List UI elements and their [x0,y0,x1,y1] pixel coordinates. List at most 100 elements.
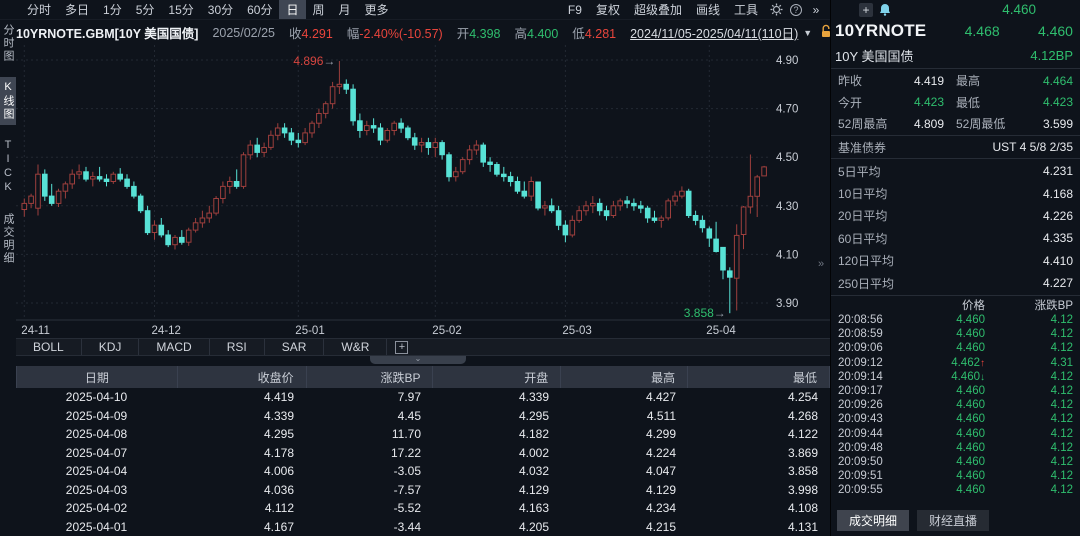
table-row[interactable]: 2025-04-024.112-5.524.1634.2344.108 [16,499,830,518]
average-value: 4.168 [1043,187,1073,201]
tick-time: 20:09:06 [838,342,918,354]
alert-bell-icon[interactable] [879,3,891,19]
toolbar-button-1[interactable]: 复权 [590,0,626,19]
tick-time: 20:09:44 [838,428,918,440]
high-annotation: 4.896→ [293,54,335,68]
panel-tab-1[interactable]: 财经直播 [917,510,989,531]
stat-value: 4.464 [1008,74,1073,88]
panel-collapse-handle[interactable]: ⌄ [370,356,466,364]
candle [22,199,27,217]
svg-text:24-12: 24-12 [152,325,181,337]
table-row[interactable]: 2025-04-014.167-3.444.2054.2154.131 [16,518,830,536]
candle [639,201,644,213]
period-tab-7[interactable]: 日 [279,0,305,19]
stat-label: 昨收 [838,72,900,89]
candle [556,206,561,230]
tick-row[interactable]: 20:09:444.4604.12 [831,427,1080,441]
table-row[interactable]: 2025-04-104.4197.974.3394.4274.254 [16,388,830,407]
indicator-tab-1[interactable]: KDJ [82,339,140,355]
candle [255,138,260,157]
history-cell: 7.97 [306,390,433,404]
tick-bp: 4.31 [985,357,1073,369]
tick-row[interactable]: 20:09:434.4604.12 [831,412,1080,426]
chevron-down-icon[interactable]: ▼ [803,28,812,38]
history-cell: 4.234 [561,501,688,515]
period-tab-3[interactable]: 5分 [129,0,162,19]
candle [426,138,431,155]
table-row[interactable]: 2025-04-034.036-7.574.1294.1293.998 [16,481,830,500]
candle [84,167,89,182]
sidebar-tab-0[interactable]: 分时图 [0,20,16,67]
quote-headline: 10YRNOTE 4.468 4.460 [835,19,1073,43]
period-tab-0[interactable]: 分时 [20,0,58,19]
candle [597,199,602,216]
period-toolbar: 分时多日1分5分15分30分60分日周月更多 F9复权超级叠加画线工具 ? » [0,0,830,20]
period-tab-5[interactable]: 30分 [201,0,240,19]
sidebar-tab-1[interactable]: K线图 [0,77,16,125]
period-tab-10[interactable]: 更多 [358,0,396,19]
add-indicator-button[interactable]: + [387,339,416,355]
indicator-tab-3[interactable]: RSI [210,339,265,355]
indicator-tab-0[interactable]: BOLL [16,339,82,355]
indicative-price: 4.460 [1002,2,1036,17]
candle [762,166,767,176]
candle [536,182,541,211]
tick-row[interactable]: 20:09:484.4604.12 [831,441,1080,455]
toolbar-button-4[interactable]: 工具 [728,0,764,19]
history-cell: 4.224 [561,446,688,460]
period-tab-6[interactable]: 60分 [240,0,279,19]
average-label: 10日平均 [838,185,887,202]
tick-bp: 4.12 [985,371,1073,383]
candle [412,133,417,150]
table-row[interactable]: 2025-04-094.3394.454.2954.5114.268 [16,407,830,426]
period-tab-8[interactable]: 周 [306,0,332,19]
history-cell: 2025-04-09 [16,409,177,423]
tick-row[interactable]: 20:08:594.4604.12 [831,327,1080,341]
history-cell: 2025-04-02 [16,501,177,515]
sidebar-tab-2[interactable]: TICK [0,135,16,199]
tick-row[interactable]: 20:09:124.462↑4.31 [831,356,1080,370]
gear-icon[interactable] [768,2,784,18]
candle [351,84,356,125]
period-tab-2[interactable]: 1分 [96,0,129,19]
history-table: 日期收盘价涨跌BP开盘最高最低2025-04-104.4197.974.3394… [16,366,830,536]
instrument-subtitle: 10Y 美国国债 [835,46,914,65]
close-field: 收4.291 [289,23,333,42]
tick-row[interactable]: 20:09:514.4604.12 [831,469,1080,483]
add-to-watchlist-button[interactable]: + [859,3,873,17]
tick-row[interactable]: 20:09:554.4604.12 [831,483,1080,497]
toolbar-button-0[interactable]: F9 [562,2,588,18]
candle [36,165,41,216]
tick-row[interactable]: 20:09:064.4604.12 [831,341,1080,355]
tick-bp: 4.12 [985,456,1073,468]
average-label: 20日平均 [838,207,887,224]
tick-row[interactable]: 20:09:174.4604.12 [831,384,1080,398]
panel-expander-icon[interactable]: » [818,258,824,270]
toolbar-button-2[interactable]: 超级叠加 [628,0,688,19]
tick-row[interactable]: 20:08:564.4604.12 [831,313,1080,327]
tick-price: 4.460 [918,484,985,496]
indicator-tab-5[interactable]: W&R [324,339,387,355]
tick-row[interactable]: 20:09:264.4604.12 [831,398,1080,412]
panel-tab-0[interactable]: 成交明细 [837,510,909,531]
tick-price: 4.460 [918,385,985,397]
toolbar-button-3[interactable]: 画线 [690,0,726,19]
quote-panel: + 4.460 10YRNOTE 4.468 4.460 10Y 美国国债 4.… [830,0,1080,536]
indicator-tab-4[interactable]: SAR [265,339,325,355]
date-range-label[interactable]: 2024/11/05-2025/04/11(110日) [630,23,798,42]
history-cell: 2025-04-10 [16,390,177,404]
help-icon[interactable]: ? [788,2,804,18]
average-label: 5日平均 [838,163,881,180]
indicator-tab-2[interactable]: MACD [139,339,209,355]
expand-more-icon[interactable]: » [808,2,824,18]
period-tab-4[interactable]: 15分 [161,0,200,19]
table-row[interactable]: 2025-04-044.006-3.054.0324.0473.858 [16,462,830,481]
period-tab-9[interactable]: 月 [332,0,358,19]
tick-row[interactable]: 20:09:504.4604.12 [831,455,1080,469]
tick-row[interactable]: 20:09:144.460↓4.12 [831,370,1080,384]
candlestick-chart[interactable]: 4.904.704.504.304.103.9024-1124-1225-012… [16,45,830,338]
sidebar-tab-3[interactable]: 成交明细 [0,209,16,269]
table-row[interactable]: 2025-04-074.17817.224.0024.2243.869 [16,444,830,463]
period-tab-1[interactable]: 多日 [58,0,96,19]
table-row[interactable]: 2025-04-084.29511.704.1824.2994.122 [16,425,830,444]
